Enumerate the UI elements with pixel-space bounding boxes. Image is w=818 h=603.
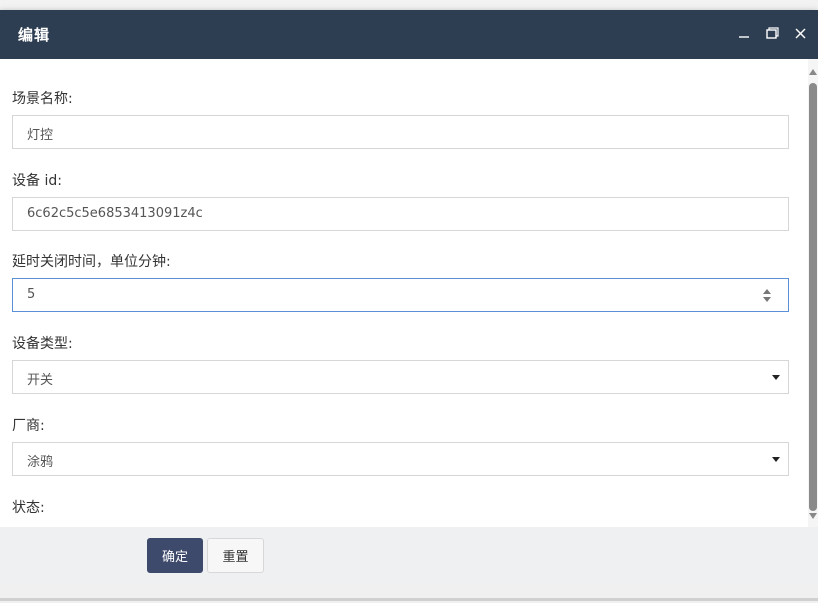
confirm-button[interactable]: 确定 bbox=[147, 538, 203, 573]
device-id-input[interactable]: 6c62c5c5e6853413091z4c bbox=[12, 197, 789, 231]
device-id-value: 6c62c5c5e6853413091z4c bbox=[27, 206, 203, 221]
page-bottom-divider bbox=[0, 598, 818, 601]
dialog-footer: 确定 重置 bbox=[0, 527, 818, 584]
vendor-label: 厂商: bbox=[12, 418, 45, 434]
device-type-select[interactable]: 开关 bbox=[12, 360, 789, 394]
scroll-thumb[interactable] bbox=[809, 83, 817, 511]
scene-name-label: 场景名称: bbox=[12, 91, 73, 107]
vendor-value: 涂鸦 bbox=[27, 455, 54, 470]
chevron-down-icon bbox=[772, 457, 780, 462]
scene-name-value: 灯控 bbox=[27, 128, 54, 143]
dialog-content: 场景名称: 灯控 设备 id: 6c62c5c5e6853413091z4c 延… bbox=[0, 59, 808, 527]
delay-close-number-input[interactable]: 5 bbox=[12, 278, 789, 312]
reset-button[interactable]: 重置 bbox=[207, 538, 264, 573]
chevron-down-icon bbox=[772, 375, 780, 380]
delay-close-value: 5 bbox=[27, 287, 36, 302]
spinner-down-icon[interactable] bbox=[763, 297, 771, 302]
status-label: 状态: bbox=[12, 500, 45, 516]
minimize-icon bbox=[739, 36, 749, 38]
spinner-up-icon[interactable] bbox=[763, 289, 771, 294]
close-icon bbox=[795, 28, 805, 38]
scroll-up-icon[interactable] bbox=[809, 69, 817, 75]
spinner-arrows-icon[interactable] bbox=[762, 289, 772, 303]
scroll-down-icon[interactable] bbox=[809, 513, 817, 519]
content-scrollbar[interactable] bbox=[808, 59, 818, 527]
edit-dialog: 编辑 场景名称: 灯控 设备 id: 6c62c5c5e6853413091z4… bbox=[0, 10, 818, 584]
maximize-icon bbox=[765, 27, 779, 39]
dialog-title: 编辑 bbox=[18, 26, 51, 44]
scene-name-input[interactable]: 灯控 bbox=[12, 115, 789, 149]
device-type-label: 设备类型: bbox=[12, 336, 73, 352]
vendor-select[interactable]: 涂鸦 bbox=[12, 442, 789, 476]
close-button[interactable] bbox=[789, 22, 811, 44]
dialog-titlebar[interactable]: 编辑 bbox=[0, 10, 818, 59]
delay-close-label: 延时关闭时间，单位分钟: bbox=[12, 254, 171, 270]
device-type-value: 开关 bbox=[27, 373, 54, 388]
maximize-button[interactable] bbox=[761, 22, 783, 44]
minimize-button[interactable] bbox=[733, 22, 755, 44]
device-id-label: 设备 id: bbox=[12, 173, 62, 189]
